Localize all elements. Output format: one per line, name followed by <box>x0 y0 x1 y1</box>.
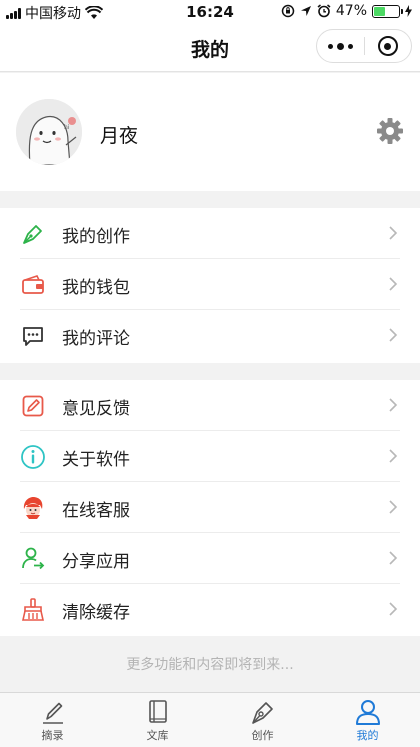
tab-create[interactable]: 创作 <box>210 693 315 747</box>
share-user-icon <box>20 546 46 572</box>
battery-percent: 47% <box>335 3 367 19</box>
info-icon <box>20 444 46 470</box>
profile-card[interactable]: hi 月夜 <box>0 73 420 191</box>
chevron-right-icon <box>389 500 398 514</box>
alarm-icon <box>317 4 331 18</box>
pen-nib-icon <box>20 221 46 247</box>
menu-item-my-creations[interactable]: 我的创作 <box>0 208 420 259</box>
menu-item-label: 关于软件 <box>62 450 130 470</box>
menu-item-my-wallet[interactable]: 我的钱包 <box>0 259 420 310</box>
menu-item-clear-cache[interactable]: 清除缓存 <box>0 584 420 635</box>
more-dots-icon <box>327 42 353 50</box>
chevron-right-icon <box>389 328 398 342</box>
avatar-illustration-icon: hi <box>16 99 82 165</box>
menu-item-feedback[interactable]: 意见反馈 <box>0 380 420 431</box>
close-mini-program-button[interactable] <box>365 30 412 62</box>
pen-icon <box>42 702 63 724</box>
tab-bar: 摘录 文库 创作 我的 <box>0 692 420 747</box>
menu-group-personal: 我的创作 我的钱包 我的评论 <box>0 208 420 363</box>
coming-soon-note: 更多功能和内容即将到来... <box>126 657 294 673</box>
charging-bolt-icon <box>405 5 412 17</box>
status-bar: 中国移动 16:24 47% <box>0 0 420 24</box>
wallet-icon <box>20 272 46 298</box>
mini-program-capsule <box>316 29 412 63</box>
menu-item-label: 我的钱包 <box>62 278 130 298</box>
user-icon <box>355 700 380 725</box>
comment-icon <box>20 323 46 349</box>
pen-nib-icon <box>251 702 273 724</box>
tab-label: 摘录 <box>41 729 64 742</box>
username: 月夜 <box>100 125 139 147</box>
customer-service-icon <box>20 495 46 521</box>
chevron-right-icon <box>389 226 398 240</box>
tab-library[interactable]: 文库 <box>105 693 210 747</box>
svg-text:hi: hi <box>64 124 70 131</box>
more-options-button[interactable] <box>317 30 364 62</box>
book-icon <box>148 700 167 723</box>
tab-label: 创作 <box>251 729 274 742</box>
location-arrow-icon <box>300 6 311 16</box>
broom-icon <box>20 597 46 623</box>
menu-item-label: 清除缓存 <box>62 603 130 623</box>
menu-item-label: 我的创作 <box>62 227 130 247</box>
menu-group-general: 意见反馈 关于软件 在线客服 分享应用 清除缓存 <box>0 380 420 636</box>
menu-item-about[interactable]: 关于软件 <box>0 431 420 482</box>
chevron-right-icon <box>389 449 398 463</box>
menu-item-label: 分享应用 <box>62 552 130 572</box>
close-target-icon <box>377 36 398 56</box>
tab-mine[interactable]: 我的 <box>315 693 420 747</box>
navigation-bar: 我的 <box>0 24 420 72</box>
tab-label: 文库 <box>146 729 169 742</box>
status-right: 47% <box>281 3 412 19</box>
menu-item-label: 意见反馈 <box>62 399 130 419</box>
menu-item-label: 我的评论 <box>62 329 130 349</box>
menu-item-my-comments[interactable]: 我的评论 <box>0 310 420 361</box>
lock-rotation-icon <box>281 4 295 18</box>
menu-item-share-app[interactable]: 分享应用 <box>0 533 420 584</box>
chevron-right-icon <box>389 551 398 565</box>
chevron-right-icon <box>389 277 398 291</box>
feedback-edit-icon <box>20 393 46 419</box>
chevron-right-icon <box>389 398 398 412</box>
tab-label: 我的 <box>356 729 379 742</box>
tab-excerpts[interactable]: 摘录 <box>0 693 105 747</box>
settings-gear-icon[interactable] <box>376 117 404 145</box>
menu-item-label: 在线客服 <box>62 501 130 521</box>
battery-icon <box>372 4 403 18</box>
chevron-right-icon <box>389 602 398 616</box>
avatar[interactable]: hi <box>16 99 82 165</box>
menu-item-customer-service[interactable]: 在线客服 <box>0 482 420 533</box>
